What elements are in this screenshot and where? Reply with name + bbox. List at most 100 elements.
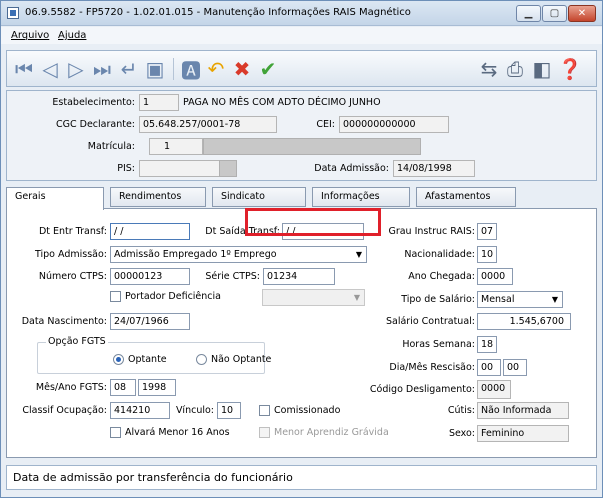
serie-ctps-label: Série CTPS: [205, 271, 260, 282]
exit-icon[interactable]: ◧ [531, 57, 553, 81]
gerais-panel: Dt Entr Transf: / / Dt Saída Transf: / /… [6, 208, 597, 458]
estabelecimento-name: PAGA NO MÊS COM ADTO DÉCIMO JUNHO [183, 97, 381, 108]
vinculo-field[interactable]: 10 [217, 402, 241, 419]
confirm-icon[interactable]: ✔ [256, 57, 280, 81]
app-window: 06.9.5582 - FP5720 - 1.02.01.015 - Manut… [0, 0, 603, 498]
maximize-button[interactable]: ▢ [542, 5, 567, 22]
cgc-label: CGC Declarante: [55, 119, 135, 130]
cei-label: CEI: [316, 119, 335, 130]
next-record-icon[interactable]: ▷ [65, 57, 87, 81]
edit-icon[interactable]: 🅰 [180, 57, 202, 83]
toolbar: ⏮ ◁ ▷ ⏭ ↵ ▣ 🅰 ↶ ✖ ✔ ⇆ ⎙ ◧ ❓ [6, 50, 597, 87]
radio-unselected-icon [196, 354, 207, 365]
mes-ano-fgts-label: Mês/Ano FGTS: [35, 382, 107, 393]
matricula-name-field [203, 138, 421, 155]
nao-optante-label: Não Optante [211, 354, 272, 365]
codigo-desligamento-field[interactable]: 0000 [477, 380, 511, 399]
comissionado-checkbox[interactable]: Comissionado [259, 405, 340, 416]
checkbox-box [259, 427, 270, 438]
horas-semana-label: Horas Semana: [402, 339, 475, 350]
classif-ocupacao-label: Classif Ocupação: [22, 405, 107, 416]
ano-chegada-field[interactable]: 0000 [477, 268, 513, 285]
tab-gerais[interactable]: Gerais [6, 187, 104, 210]
nacionalidade-label: Nacionalidade: [404, 249, 475, 260]
data-admissao-label: Data Admissão: [314, 163, 389, 174]
menu-arquivo[interactable]: Arquivo [11, 30, 49, 41]
matricula-field[interactable]: 1 [149, 138, 203, 155]
tab-afastamentos[interactable]: Afastamentos [416, 187, 516, 207]
status-bar: Data de admissão por transferência do fu… [6, 465, 597, 490]
network-icon[interactable]: ⇆ [477, 57, 501, 81]
checkbox-box [110, 291, 121, 302]
tab-rendimentos[interactable]: Rendimentos [110, 187, 206, 207]
horas-semana-field[interactable]: 18 [477, 336, 497, 353]
data-nascimento-label: Data Nascimento: [21, 316, 107, 327]
tipo-salario-value: Mensal [481, 294, 515, 305]
alvara-menor-label: Alvará Menor 16 Anos [125, 427, 230, 438]
menor-aprendiz-gravida-checkbox[interactable]: Menor Aprendiz Grávida [259, 427, 389, 438]
opcao-fgts-group: Opção FGTS Optante Não Optante [37, 336, 271, 374]
serie-ctps-field[interactable]: 01234 [263, 268, 335, 285]
data-nascimento-field[interactable]: 24/07/1966 [110, 313, 190, 330]
grau-instruc-field[interactable]: 07 [477, 223, 497, 240]
highlight-box [245, 208, 381, 236]
help-icon[interactable]: ❓ [558, 57, 583, 81]
classif-ocupacao-field[interactable]: 414210 [110, 402, 170, 419]
dt-entr-field[interactable]: / / [110, 223, 190, 240]
optante-label: Optante [128, 354, 167, 365]
print-icon[interactable]: ⎙ [503, 57, 527, 81]
pis-masked [219, 160, 237, 177]
pis-label: PIS: [117, 163, 135, 174]
codigo-desligamento-label: Código Desligamento: [369, 384, 475, 395]
nao-optante-radio[interactable]: Não Optante [196, 354, 271, 365]
chevron-down-icon: ▼ [551, 295, 558, 304]
last-record-icon[interactable]: ⏭ [91, 57, 113, 81]
dia-mes-rescisao-label: Dia/Mês Rescisão: [389, 362, 475, 373]
mes-rescisao-field[interactable]: 00 [503, 359, 527, 376]
menu-bar: Arquivo Ajuda [1, 27, 602, 44]
estabelecimento-code-field[interactable]: 1 [139, 94, 179, 111]
data-admissao-field[interactable]: 14/08/1998 [393, 160, 475, 177]
opcao-fgts-label: Opção FGTS [46, 336, 108, 347]
menor-aprendiz-gravida-label: Menor Aprendiz Grávida [274, 427, 389, 438]
numero-ctps-field[interactable]: 00000123 [110, 268, 190, 285]
previous-record-icon[interactable]: ◁ [39, 57, 61, 81]
tab-sindicato[interactable]: Sindicato [212, 187, 306, 207]
deficiencia-type-select[interactable]: ▼ [262, 289, 365, 306]
close-button[interactable]: ✕ [568, 5, 596, 22]
checkbox-box [110, 427, 121, 438]
go-to-icon[interactable]: ↵ [117, 57, 141, 81]
mes-fgts-field[interactable]: 08 [110, 379, 136, 396]
tipo-admissao-select[interactable]: Admissão Empregado 1º Emprego ▼ [110, 246, 367, 263]
cgc-field[interactable]: 05.648.257/0001-78 [139, 116, 277, 133]
optante-radio[interactable]: Optante [113, 354, 167, 365]
salario-contratual-field[interactable]: 1.545,6700 [477, 313, 571, 330]
first-record-icon[interactable]: ⏮ [13, 57, 35, 81]
grau-instruc-label: Grau Instruc RAIS: [388, 226, 475, 237]
window-title: 06.9.5582 - FP5720 - 1.02.01.015 - Manut… [25, 7, 411, 18]
ano-chegada-label: Ano Chegada: [408, 271, 475, 282]
cutis-label: Cútis: [447, 405, 475, 416]
sexo-field[interactable]: Feminino [477, 425, 569, 442]
portador-deficiencia-label: Portador Deficiência [125, 291, 221, 302]
delete-icon[interactable]: ✖ [230, 57, 254, 81]
dt-entr-label: Dt Entr Transf: [38, 226, 107, 237]
undo-icon[interactable]: ↶ [204, 57, 228, 81]
alvara-menor-checkbox[interactable]: Alvará Menor 16 Anos [110, 427, 230, 438]
toolbar-separator [173, 58, 174, 80]
tab-bar: Gerais Rendimentos Sindicato Informações… [6, 187, 597, 210]
app-icon [7, 7, 19, 19]
ano-fgts-field[interactable]: 1998 [138, 379, 176, 396]
minimize-button[interactable]: ▁ [516, 5, 541, 22]
title-bar[interactable]: 06.9.5582 - FP5720 - 1.02.01.015 - Manut… [1, 1, 602, 26]
portador-deficiencia-checkbox[interactable]: Portador Deficiência [110, 291, 221, 302]
search-icon[interactable]: ▣ [144, 57, 166, 81]
cutis-field[interactable]: Não Informada [477, 402, 569, 419]
cei-field[interactable]: 000000000000 [339, 116, 449, 133]
header-panel: Estabelecimento: 1 PAGA NO MÊS COM ADTO … [6, 90, 597, 181]
tab-informacoes[interactable]: Informações [312, 187, 410, 207]
dia-rescisao-field[interactable]: 00 [477, 359, 501, 376]
nacionalidade-field[interactable]: 10 [477, 246, 497, 263]
menu-ajuda[interactable]: Ajuda [58, 30, 86, 41]
tipo-salario-select[interactable]: Mensal ▼ [477, 291, 563, 308]
